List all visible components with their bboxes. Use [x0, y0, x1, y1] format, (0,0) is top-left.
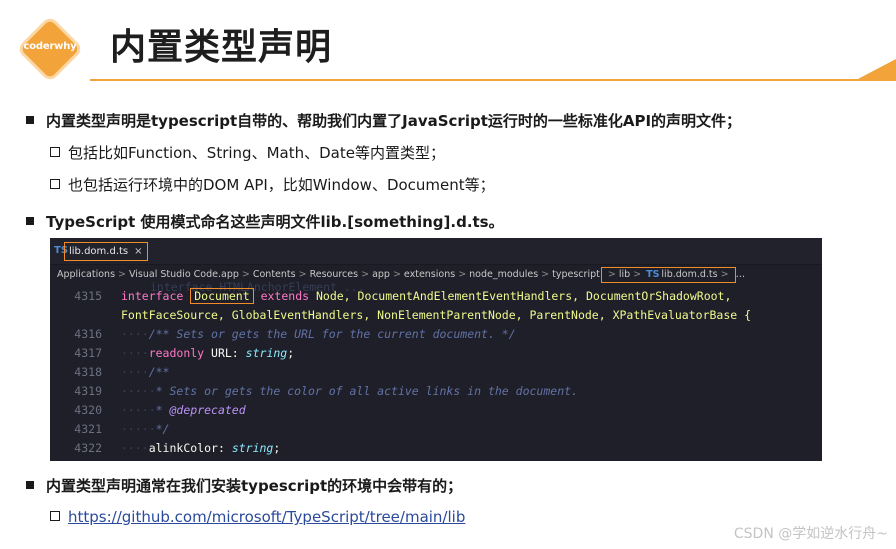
type-name: string	[231, 441, 274, 455]
breadcrumb-item-lib[interactable]: lib	[619, 269, 630, 280]
code-text: ····/** Sets or gets the URL for the cur…	[121, 327, 516, 341]
page-title: 内置类型声明	[110, 27, 333, 68]
breadcrumb-item[interactable]: app	[372, 269, 390, 280]
keyword: extends	[260, 289, 310, 303]
typescript-lib-link[interactable]: https://github.com/microsoft/TypeScript/…	[68, 508, 465, 526]
breadcrumb-trail: …	[735, 269, 746, 280]
editor-tab-lib-dom[interactable]: lib.dom.d.ts ×	[64, 242, 148, 261]
line-number: 4320	[74, 403, 102, 417]
breadcrumb-item[interactable]: typescript	[552, 269, 600, 280]
comment: * Sets or gets the color of all active l…	[155, 384, 578, 398]
chevron-right-icon: >	[118, 269, 126, 280]
filled-square-bullet-icon	[26, 480, 34, 489]
line-number: 4319	[74, 384, 102, 398]
sub-bullet-github-link: https://github.com/microsoft/TypeScript/…	[50, 508, 465, 526]
header-divider	[90, 79, 896, 81]
breadcrumb-item[interactable]: node_modules	[469, 269, 538, 280]
punctuation: ;	[273, 441, 281, 455]
type-name: Document	[194, 289, 250, 303]
chevron-right-icon: >	[241, 269, 250, 280]
hollow-square-bullet-icon	[50, 178, 60, 189]
breadcrumb-highlight-box: > lib > TS lib.dom.d.ts >	[600, 267, 736, 283]
header-corner-triangle	[856, 59, 896, 80]
code-text: ····/**	[121, 365, 170, 379]
code-editor-screenshot: TS lib.dom.d.ts × Applications > Visual Stu…	[50, 238, 822, 461]
breadcrumb-item[interactable]: Contents	[253, 269, 296, 280]
breadcrumb-item[interactable]: extensions	[404, 269, 455, 280]
type-name: string	[245, 346, 288, 360]
coderwhy-logo: coderwhy	[20, 19, 80, 79]
sub-bullet-text: 也包括运行环境中的DOM API，比如Window、Document等；	[68, 176, 495, 194]
chevron-right-icon: >	[458, 269, 467, 280]
code-text: FontFaceSource, GlobalEventHandlers, Non…	[121, 306, 751, 325]
filled-square-bullet-icon	[26, 216, 34, 225]
hollow-square-bullet-icon	[50, 510, 60, 521]
logo-text: coderwhy	[23, 41, 77, 52]
document-highlight-box: Document	[190, 288, 254, 304]
bullet-naming-pattern: TypeScript 使用模式命名这些声明文件lib.[something].d…	[26, 211, 504, 232]
hollow-square-bullet-icon	[50, 146, 60, 157]
filled-square-bullet-icon	[26, 115, 34, 124]
chevron-right-icon: >	[298, 269, 307, 280]
breadcrumb-item[interactable]: Resources	[310, 269, 359, 280]
chevron-right-icon: >	[541, 269, 550, 280]
line-number: 4317	[74, 346, 102, 360]
close-icon[interactable]: ×	[134, 246, 142, 257]
chevron-right-icon: >	[392, 269, 401, 280]
code-text: ·····* @deprecated	[121, 403, 246, 417]
bullet-text: 内置类型声明是typescript自带的、帮助我们内置了JavaScript运行…	[46, 112, 742, 130]
chevron-right-icon: >	[720, 269, 729, 280]
chevron-right-icon: >	[361, 269, 370, 280]
keyword: interface	[121, 289, 184, 303]
breadcrumb-item[interactable]: Applications	[57, 269, 115, 280]
breadcrumb-item-file[interactable]: lib.dom.d.ts	[661, 269, 717, 280]
line-number: 4316	[74, 327, 102, 341]
typescript-file-icon: TS	[646, 269, 660, 280]
line-number: 4321	[74, 422, 102, 436]
type-list: FontFaceSource, GlobalEventHandlers, Non…	[121, 308, 752, 322]
csdn-watermark: CSDN @学如逆水行舟~	[733, 526, 888, 542]
code-text: interface Document extends Node, Documen…	[121, 287, 731, 306]
comment: /** Sets or gets the URL for the current…	[148, 327, 516, 341]
chevron-right-icon: >	[607, 269, 616, 280]
jsdoc-tag: @deprecated	[169, 403, 246, 417]
line-number: 4322	[74, 441, 102, 455]
property: URL:	[211, 346, 239, 360]
editor-tab-bar: TS lib.dom.d.ts ×	[50, 238, 822, 265]
bullet-builtin-declarations: 内置类型声明是typescript自带的、帮助我们内置了JavaScript运行…	[26, 110, 741, 131]
property: alinkColor:	[148, 441, 225, 455]
code-text: ·····*/	[121, 422, 170, 436]
line-number: 4315	[74, 289, 102, 303]
sub-bullet-dom-api: 也包括运行环境中的DOM API，比如Window、Document等；	[50, 174, 495, 195]
code-text: ····readonly URL: string;	[121, 346, 295, 360]
code-text: ····alinkColor: string;	[121, 441, 281, 455]
comment: */	[155, 422, 170, 436]
bullet-text: TypeScript 使用模式命名这些声明文件lib.[something].d…	[46, 213, 504, 231]
breadcrumb-item[interactable]: Visual Studio Code.app	[129, 269, 239, 280]
sub-bullet-builtin-types: 包括比如Function、String、Math、Date等内置类型；	[50, 142, 445, 163]
type-list: Node, DocumentAndElementEventHandlers, D…	[315, 289, 732, 303]
comment: /**	[148, 365, 170, 379]
chevron-right-icon: >	[633, 269, 642, 280]
comment: *	[155, 403, 163, 417]
bullet-bundled-with-typescript: 内置类型声明通常在我们安装typescript的环境中会带有的；	[26, 475, 462, 496]
tab-filename: lib.dom.d.ts	[69, 246, 129, 257]
code-text: ·····* Sets or gets the color of all act…	[121, 384, 578, 398]
line-number: 4318	[74, 365, 102, 379]
sub-bullet-text: 包括比如Function、String、Math、Date等内置类型；	[68, 144, 445, 162]
bullet-text: 内置类型声明通常在我们安装typescript的环境中会带有的；	[46, 477, 463, 495]
keyword: readonly	[148, 346, 205, 360]
punctuation: ;	[287, 346, 295, 360]
